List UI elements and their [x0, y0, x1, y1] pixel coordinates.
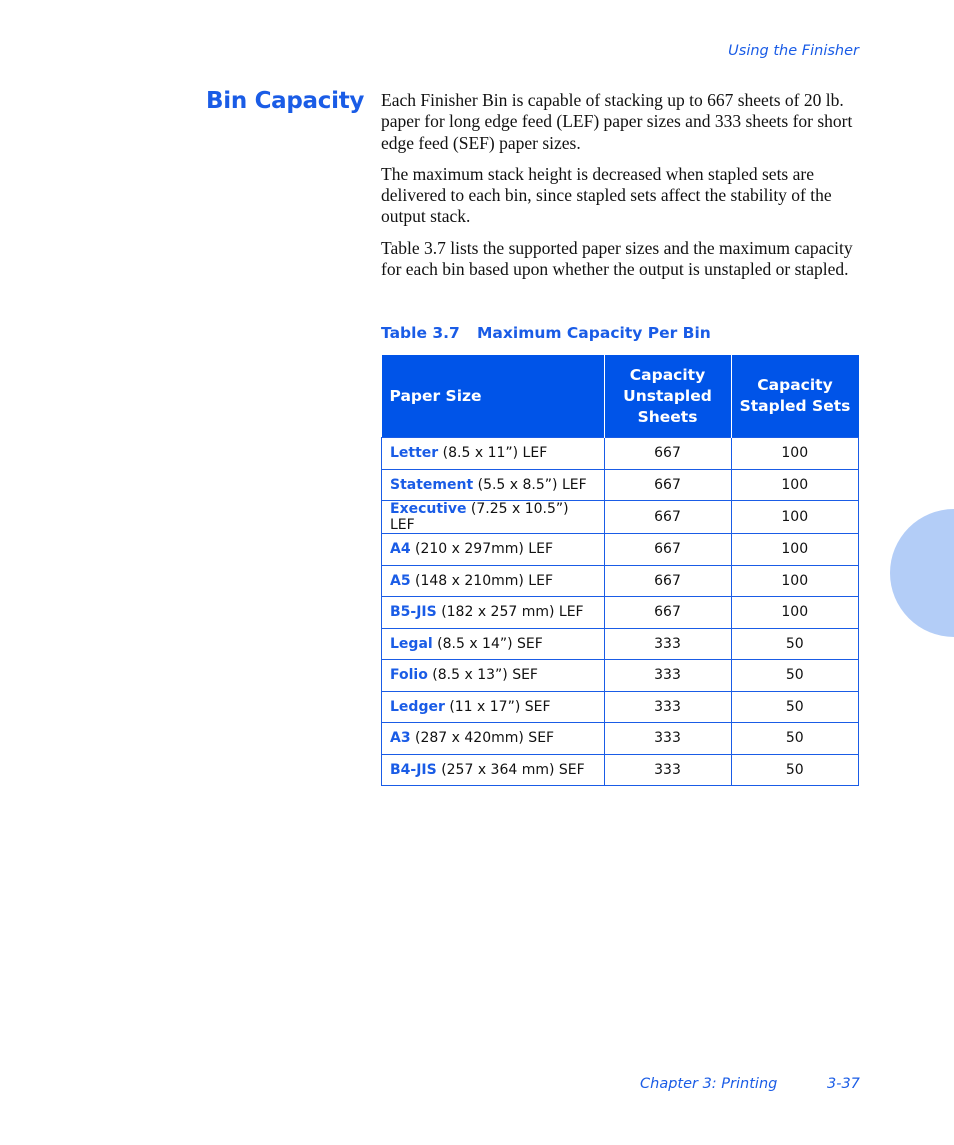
running-header: Using the Finisher [728, 43, 859, 59]
table-row: Letter (8.5 x 11”) LEF 667 100 [381, 437, 859, 470]
unstapled-cell: 667 [603, 468, 732, 501]
stapled-cell: 50 [730, 753, 859, 786]
paper-name: Ledger [390, 698, 445, 715]
paper-size-cell: Letter (8.5 x 11”) LEF [381, 437, 605, 470]
paragraph: Table 3.7 lists the supported paper size… [381, 237, 853, 280]
paper-size-cell: A3 (287 x 420mm) SEF [381, 722, 605, 755]
unstapled-cell: 667 [603, 596, 732, 629]
table-number: Table 3.7 [381, 324, 460, 342]
paragraph: The maximum stack height is decreased wh… [381, 163, 832, 227]
page-number: 3-37 [827, 1076, 860, 1092]
paper-dims: (257 x 364 mm) SEF [441, 761, 585, 778]
stapled-cell: 50 [730, 659, 859, 692]
stapled-cell: 100 [730, 437, 859, 470]
capacity-table: Paper Size Capacity Unstapled Sheets Cap… [381, 355, 859, 786]
paper-name: B5-JIS [390, 604, 437, 621]
paper-name: Legal [390, 635, 433, 652]
stapled-cell: 100 [730, 564, 859, 597]
paper-name: Folio [390, 667, 428, 684]
paper-size-cell: B4-JIS (257 x 364 mm) SEF [381, 753, 605, 786]
body-text: Each Finisher Bin is capable of stacking… [381, 90, 861, 290]
unstapled-cell: 333 [603, 627, 732, 660]
section-title: Bin Capacity [206, 88, 365, 114]
unstapled-cell: 333 [603, 659, 732, 692]
table-title: Maximum Capacity Per Bin [477, 324, 711, 342]
paper-dims: (11 x 17”) SEF [449, 698, 551, 715]
stapled-cell: 100 [730, 533, 859, 566]
stapled-cell: 100 [730, 468, 859, 501]
paper-name: Executive [390, 501, 467, 517]
footer-chapter: Chapter 3: Printing [640, 1076, 778, 1092]
table-row: Legal (8.5 x 14”) SEF 333 50 [381, 627, 859, 660]
paper-size-cell: A4 (210 x 297mm) LEF [381, 533, 605, 566]
paper-dims: (210 x 297mm) LEF [415, 541, 554, 558]
paper-dims: (5.5 x 8.5”) LEF [477, 476, 587, 493]
chapter-tab-marker [890, 509, 954, 637]
stapled-cell: 50 [730, 627, 859, 660]
stapled-cell: 100 [730, 596, 859, 629]
table-header-row: Paper Size Capacity Unstapled Sheets Cap… [381, 355, 859, 438]
paper-size-cell: Executive (7.25 x 10.5”) LEF [381, 500, 605, 534]
unstapled-cell: 333 [603, 722, 732, 755]
paper-size-cell: Statement (5.5 x 8.5”) LEF [381, 468, 605, 501]
paper-size-cell: Legal (8.5 x 14”) SEF [381, 627, 605, 660]
paper-dims: (8.5 x 13”) SEF [432, 667, 538, 684]
unstapled-cell: 667 [603, 437, 732, 470]
table-row: B5-JIS (182 x 257 mm) LEF 667 100 [381, 596, 859, 629]
table-row: B4-JIS (257 x 364 mm) SEF 333 50 [381, 753, 859, 786]
table-row: Statement (5.5 x 8.5”) LEF 667 100 [381, 468, 859, 501]
stapled-cell: 50 [730, 690, 859, 723]
paper-size-cell: A5 (148 x 210mm) LEF [381, 564, 605, 597]
unstapled-cell: 667 [603, 533, 732, 566]
paper-name: A3 [390, 730, 411, 747]
table-row: A3 (287 x 420mm) SEF 333 50 [381, 722, 859, 755]
table-row: Executive (7.25 x 10.5”) LEF 667 100 [381, 500, 859, 534]
paper-size-cell: B5-JIS (182 x 257 mm) LEF [381, 596, 605, 629]
paper-name: B4-JIS [390, 761, 437, 778]
header-paper-size: Paper Size [381, 355, 604, 438]
paper-size-cell: Folio (8.5 x 13”) SEF [381, 659, 605, 692]
paper-size-cell: Ledger (11 x 17”) SEF [381, 690, 605, 723]
paper-dims: (148 x 210mm) LEF [415, 572, 554, 589]
table-row: A4 (210 x 297mm) LEF 667 100 [381, 533, 859, 566]
table-row: Ledger (11 x 17”) SEF 333 50 [381, 690, 859, 723]
paper-name: Letter [390, 445, 439, 462]
paper-dims: (8.5 x 11”) LEF [442, 445, 548, 462]
unstapled-cell: 667 [603, 564, 732, 597]
unstapled-cell: 333 [603, 690, 732, 723]
paper-dims: (8.5 x 14”) SEF [437, 635, 543, 652]
table-row: Folio (8.5 x 13”) SEF 333 50 [381, 659, 859, 692]
paragraph: Each Finisher Bin is capable of stacking… [381, 90, 853, 153]
table-caption: Table 3.7 Maximum Capacity Per Bin [381, 324, 711, 342]
paper-dims: (287 x 420mm) SEF [415, 730, 555, 747]
paper-name: A5 [390, 572, 411, 589]
paper-name: A4 [390, 541, 411, 558]
paper-dims: (182 x 257 mm) LEF [441, 604, 584, 621]
table-row: A5 (148 x 210mm) LEF 667 100 [381, 564, 859, 597]
header-unstapled: Capacity Unstapled Sheets [603, 355, 731, 438]
paper-name: Statement [390, 476, 474, 493]
stapled-cell: 100 [730, 500, 859, 534]
stapled-cell: 50 [730, 722, 859, 755]
unstapled-cell: 333 [603, 753, 732, 786]
header-stapled: Capacity Stapled Sets [730, 355, 859, 438]
unstapled-cell: 667 [603, 500, 732, 534]
